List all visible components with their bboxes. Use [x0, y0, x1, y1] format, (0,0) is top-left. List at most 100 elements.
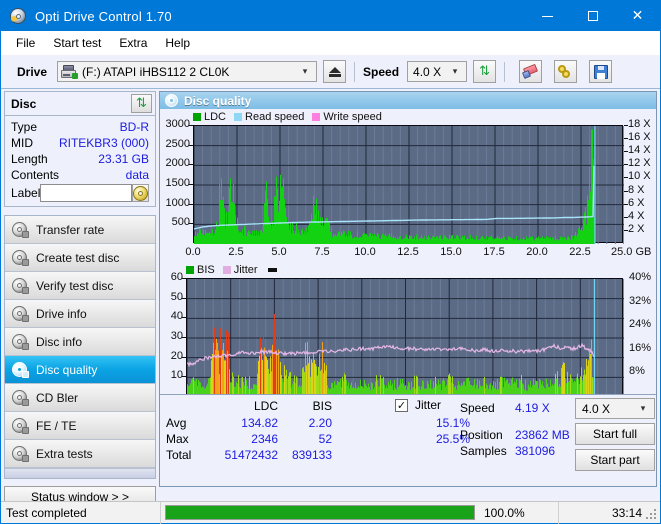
ldc-chart-xtick: 10.0 — [354, 246, 376, 258]
ldc-chart-y2tick-mark — [624, 125, 628, 126]
drive-label: Drive — [17, 64, 48, 79]
eject-button[interactable] — [323, 60, 347, 83]
ldc-chart-svg — [193, 126, 625, 244]
sidebar: Disc ⇅ Type BD-R MID RITEKBR3 (000) Leng… — [1, 89, 159, 508]
window-title: Opti Drive Control 1.70 — [35, 8, 172, 24]
sidebar-item-verify-test-disc[interactable]: Verify test disc — [5, 272, 155, 300]
disc-refresh-button[interactable]: ⇅ — [131, 94, 152, 113]
toolbar-divider-2 — [504, 61, 506, 82]
ldc-chart-xtick: 2.5 — [228, 246, 244, 258]
stats-row-label-avg: Avg — [166, 416, 187, 430]
sidebar-item-create-test-disc[interactable]: Create test disc — [5, 244, 155, 272]
menu-help[interactable]: Help — [156, 33, 199, 53]
app-disc-icon — [9, 7, 27, 25]
stats-avg-ldc: 134.82 — [241, 416, 278, 430]
sidebar-item-label: CD Bler — [36, 390, 79, 405]
elapsed-time: 33:14 — [611, 505, 642, 520]
legend-item-bis: BIS — [186, 264, 215, 276]
close-icon[interactable]: ✕ — [615, 1, 660, 31]
jitter-checkbox[interactable]: ✓ — [395, 398, 408, 412]
disc-icon — [133, 185, 149, 201]
ldc-chart-y2tick-mark — [624, 216, 628, 218]
ldc-chart-y2tick: 2 X — [628, 222, 645, 235]
chevron-down-icon: ▾ — [302, 66, 308, 76]
bis-chart-y2tick: 16% — [629, 341, 652, 354]
disc-icon — [11, 305, 29, 322]
ldc-chart-ytick: 3000 — [165, 118, 190, 130]
legend-item-read-speed: Read speed — [234, 111, 304, 123]
disc-icon — [11, 221, 29, 238]
bis-chart-y2tick: 8% — [629, 365, 645, 378]
ldc-chart-y2tick: 4 X — [628, 209, 645, 222]
maximize-button[interactable] — [570, 1, 615, 31]
start-full-button[interactable]: Start full — [575, 423, 655, 445]
disc-quality-header: Disc quality — [160, 92, 656, 109]
ldc-chart-y2tick-mark — [624, 229, 628, 231]
sidebar-item-cd-bler[interactable]: CD Bler — [5, 384, 155, 412]
legend-swatch-ldc — [193, 113, 201, 121]
disc-row-mid: MID RITEKBR3 (000) — [11, 135, 149, 151]
sidebar-item-drive-info[interactable]: Drive info — [5, 300, 155, 328]
refresh-button[interactable]: ⇅ — [473, 60, 497, 83]
legend-swatch-unknown — [267, 268, 277, 272]
start-part-button[interactable]: Start part — [575, 449, 655, 471]
disc-label-button[interactable] — [132, 184, 150, 202]
disc-label-input[interactable] — [40, 184, 133, 202]
sidebar-item-transfer-rate[interactable]: Transfer rate — [5, 216, 155, 244]
menu-file[interactable]: File — [7, 33, 44, 53]
ldc-chart-ytick: 2000 — [165, 157, 190, 170]
sidebar-item-label: Transfer rate — [36, 222, 105, 237]
stats-samples-value: 381096 — [515, 444, 556, 458]
minimize-button[interactable] — [525, 1, 570, 31]
stats-position-key: Position — [460, 428, 503, 442]
test-nav-list: Transfer rate Create test disc Verify te… — [4, 215, 156, 479]
disc-icon — [11, 417, 29, 434]
disc-label-row: Label — [11, 184, 150, 202]
ldc-chart-ytick: 2500 — [165, 137, 190, 150]
disc-row-contents-key: Contents — [11, 168, 60, 182]
menu-start-test[interactable]: Start test — [44, 33, 110, 53]
ldc-chart-xtick: 15.0 — [440, 246, 462, 258]
disc-row-type: Type BD-R — [11, 119, 149, 135]
legend-label-bis: BIS — [197, 264, 215, 276]
sidebar-item-label: Create test disc — [36, 250, 120, 265]
application-window: Opti Drive Control 1.70 ✕ File Start tes… — [0, 0, 661, 524]
sidebar-item-extra-tests[interactable]: Extra tests — [5, 440, 155, 468]
chevron-down-icon: ▾ — [640, 403, 646, 413]
stats-total-bis: 839133 — [291, 448, 332, 462]
bis-chart-ytick: 20 — [170, 349, 183, 362]
bis-chart-ytick: 60 — [170, 271, 183, 283]
test-speed-select[interactable]: 4.0 X ▾ — [575, 398, 655, 419]
stats-position-value: 23862 MB — [515, 428, 570, 442]
stats-avg-bis: 2.20 — [308, 416, 332, 430]
disc-icon — [11, 249, 29, 266]
sidebar-item-fe-te[interactable]: FE / TE — [5, 412, 155, 440]
erase-button[interactable] — [519, 60, 543, 83]
ldc-chart-plot[interactable] — [193, 125, 625, 244]
sidebar-item-disc-info[interactable]: Disc info — [5, 328, 155, 356]
resize-grip-icon[interactable] — [646, 509, 658, 521]
disc-icon — [11, 333, 29, 350]
disc-icon — [11, 445, 29, 462]
save-button[interactable] — [589, 60, 613, 83]
stats-speed-key: Speed — [460, 401, 495, 415]
refresh-icon: ⇅ — [136, 96, 147, 111]
sidebar-item-label: FE / TE — [36, 418, 77, 433]
disc-row-type-key: Type — [11, 120, 38, 134]
bis-chart-ytick-mark — [182, 337, 186, 338]
toolbar-divider-1 — [354, 61, 356, 82]
speed-select[interactable]: 4.0 X ▾ — [407, 61, 468, 82]
key-button[interactable] — [554, 60, 578, 83]
sidebar-item-disc-quality[interactable]: Disc quality — [5, 356, 155, 384]
disc-panel: Disc ⇅ Type BD-R MID RITEKBR3 (000) Leng… — [4, 91, 156, 207]
ldc-chart-y2tick-mark — [624, 190, 628, 192]
ldc-chart-ytick-mark — [189, 164, 193, 166]
drive-select[interactable]: (F:) ATAPI iHBS112 2 CL0K ▾ — [57, 61, 318, 82]
bis-chart-y2tick: 40% — [629, 271, 652, 283]
ldc-chart-ytick-mark — [189, 184, 193, 185]
menu-extra[interactable]: Extra — [110, 33, 156, 53]
bis-chart-y2tick: 24% — [629, 318, 652, 331]
bis-jitter-chart-plot[interactable] — [186, 278, 625, 397]
sidebar-item-label: Verify test disc — [36, 278, 114, 293]
save-icon — [593, 64, 608, 79]
